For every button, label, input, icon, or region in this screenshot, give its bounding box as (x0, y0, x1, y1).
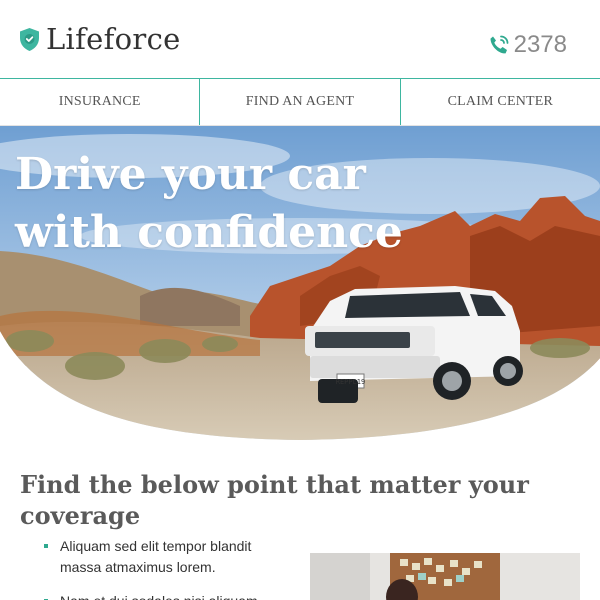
main-nav: INSURANCE FIND AN AGENT CLAIM CENTER (0, 78, 600, 126)
coverage-points-list: Aliquam sed elit tempor blandit massa at… (44, 536, 294, 600)
hero-title: Drive your car with confidence (15, 149, 403, 258)
coverage-title: Find the below point that matter your co… (20, 470, 529, 530)
logo[interactable]: Lifeforce (19, 22, 181, 56)
list-item: Nam et dui sodales nisi aliquam (44, 591, 294, 600)
brand-name: Lifeforce (46, 22, 181, 56)
office-photo-image (310, 553, 580, 600)
license-plate-text: REPPL19 (336, 378, 366, 386)
phone-contact[interactable]: 2378 (488, 31, 567, 59)
coverage-photo (310, 553, 580, 600)
nav-item-find-an-agent[interactable]: FIND AN AGENT (199, 79, 399, 125)
site-header: Lifeforce 2378 (0, 0, 600, 79)
list-item: Aliquam sed elit tempor blandit massa at… (44, 536, 294, 578)
nav-item-claim-center[interactable]: CLAIM CENTER (399, 79, 600, 125)
shield-check-icon (20, 27, 39, 51)
nav-item-insurance[interactable]: INSURANCE (0, 79, 199, 125)
hero-banner: REPPL19 Drive your car with confidence (0, 126, 600, 446)
phone-number: 2378 (513, 31, 567, 58)
phone-icon (490, 35, 509, 54)
